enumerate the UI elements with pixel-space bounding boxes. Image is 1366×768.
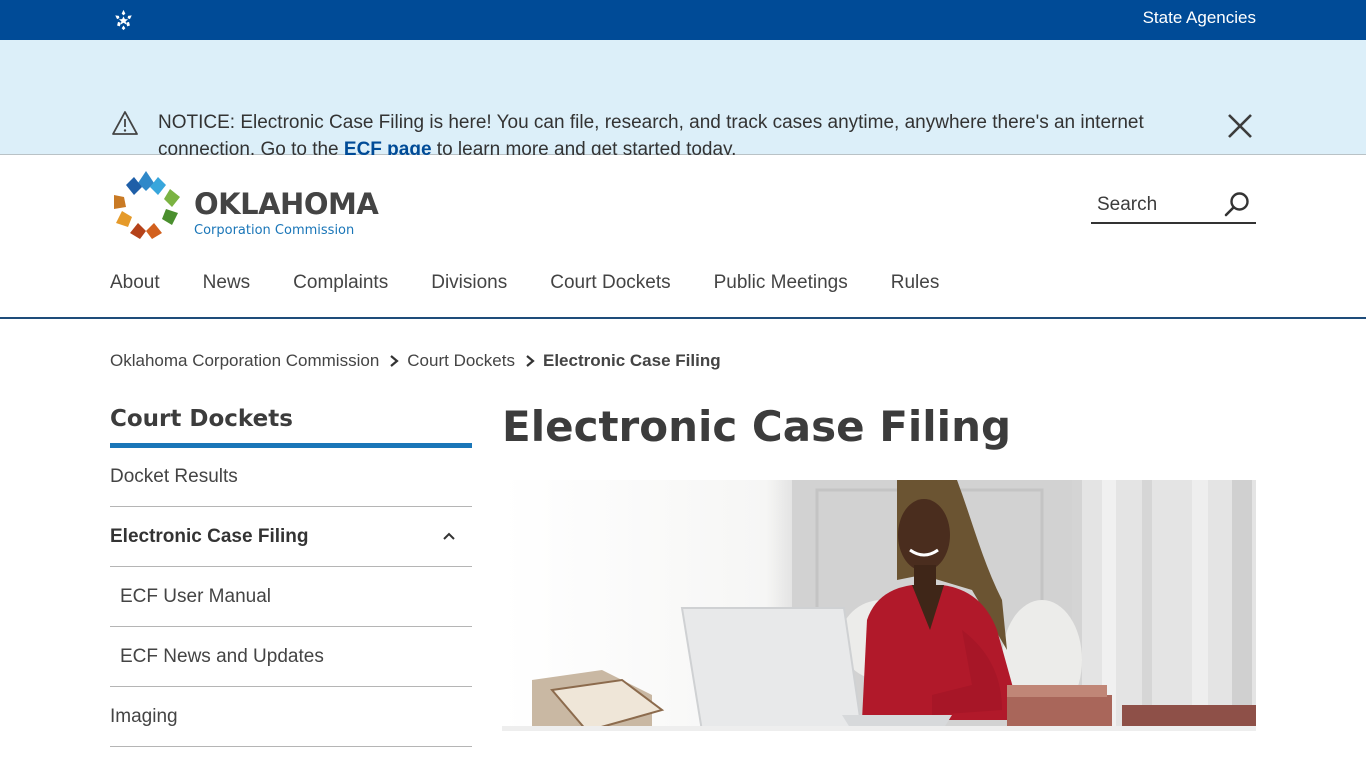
nav-item-public-meetings[interactable]: Public Meetings bbox=[714, 272, 848, 294]
close-icon[interactable] bbox=[1226, 112, 1254, 140]
state-agencies-link[interactable]: State Agencies bbox=[1143, 8, 1256, 28]
sidenav-item-label: ECF News and Updates bbox=[120, 645, 324, 667]
hero-illustration bbox=[502, 480, 1256, 731]
oklahoma-star-icon[interactable] bbox=[112, 9, 135, 31]
hero-image bbox=[502, 480, 1256, 731]
logo-subtitle: Corporation Commission bbox=[194, 223, 355, 238]
notice-banner: NOTICE: Electronic Case Filing is here! … bbox=[0, 40, 1366, 160]
chevron-right-icon bbox=[526, 355, 535, 367]
sidenav-item-imaging[interactable]: Imaging bbox=[110, 687, 472, 747]
chevron-right-icon bbox=[390, 355, 399, 367]
page-title: Electronic Case Filing bbox=[502, 402, 1012, 451]
site-header: OKLAHOMA Corporation Commission About Ne… bbox=[0, 155, 1366, 319]
search-input[interactable] bbox=[1097, 192, 1217, 218]
sidenav-item-label: ECF User Manual bbox=[120, 585, 271, 607]
main-content: Electronic Case Filing bbox=[502, 400, 1256, 731]
nav-item-court-dockets[interactable]: Court Dockets bbox=[550, 272, 670, 294]
section-sidenav: Court Dockets Docket Results Electronic … bbox=[110, 400, 472, 747]
sidenav-item-docket-results[interactable]: Docket Results bbox=[110, 448, 472, 507]
logo-title: OKLAHOMA bbox=[194, 187, 379, 221]
breadcrumb-court-dockets[interactable]: Court Dockets bbox=[407, 351, 515, 371]
sidenav-item-label: Imaging bbox=[110, 705, 178, 727]
sidenav-item-label: Docket Results bbox=[110, 466, 238, 487]
main-nav: About News Complaints Divisions Court Do… bbox=[110, 272, 982, 294]
top-bar: State Agencies bbox=[0, 0, 1366, 40]
search-icon[interactable] bbox=[1223, 190, 1251, 218]
sidenav-item-ecf-user-manual[interactable]: ECF User Manual bbox=[110, 567, 472, 627]
sidenav-item-electronic-case-filing[interactable]: Electronic Case Filing bbox=[110, 507, 472, 567]
occ-star-logo-icon bbox=[114, 171, 180, 239]
chevron-up-icon[interactable] bbox=[440, 528, 458, 546]
nav-item-divisions[interactable]: Divisions bbox=[431, 272, 507, 294]
nav-item-news[interactable]: News bbox=[203, 272, 251, 294]
nav-item-complaints[interactable]: Complaints bbox=[293, 272, 388, 294]
sidenav-item-label: Electronic Case Filing bbox=[110, 525, 309, 547]
nav-item-rules[interactable]: Rules bbox=[891, 272, 940, 294]
sidenav-heading: Court Dockets bbox=[110, 400, 472, 448]
site-logo[interactable]: OKLAHOMA Corporation Commission bbox=[110, 169, 379, 241]
sidenav-item-ecf-news-and-updates[interactable]: ECF News and Updates bbox=[110, 627, 472, 687]
search-box bbox=[1091, 186, 1256, 224]
breadcrumb-home[interactable]: Oklahoma Corporation Commission bbox=[110, 351, 379, 371]
warning-triangle-icon bbox=[112, 111, 138, 135]
breadcrumb: Oklahoma Corporation Commission Court Do… bbox=[110, 351, 721, 371]
breadcrumb-current: Electronic Case Filing bbox=[542, 351, 721, 370]
nav-item-about[interactable]: About bbox=[110, 272, 160, 294]
